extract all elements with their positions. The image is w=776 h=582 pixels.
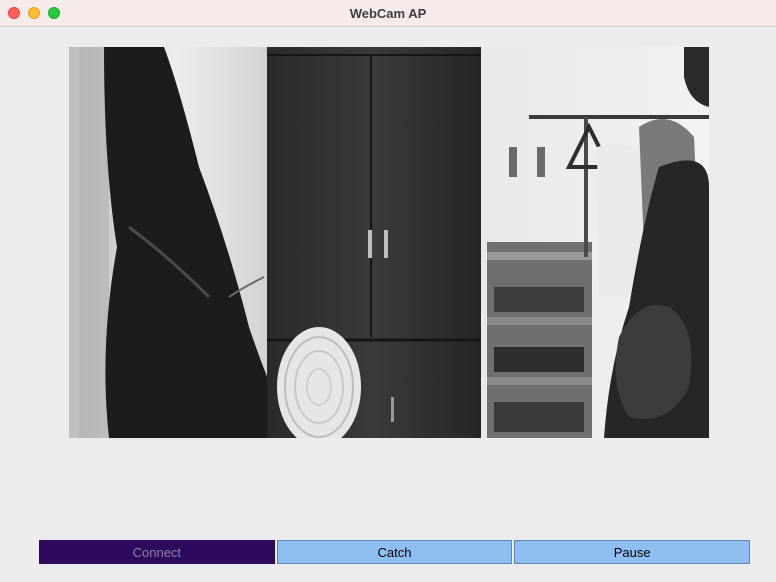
pause-button[interactable]: Pause bbox=[514, 540, 751, 564]
control-bar: Connect Catch Pause bbox=[39, 540, 751, 564]
app-window: WebCam AP Connect Catch Pause bbox=[0, 0, 776, 582]
title-bar[interactable]: WebCam AP bbox=[0, 0, 776, 27]
connect-button[interactable]: Connect bbox=[39, 540, 275, 564]
catch-button[interactable]: Catch bbox=[276, 540, 513, 564]
webcam-video-feed bbox=[69, 47, 709, 438]
window-title: WebCam AP bbox=[349, 6, 427, 21]
webcam-frame-image bbox=[69, 47, 709, 438]
